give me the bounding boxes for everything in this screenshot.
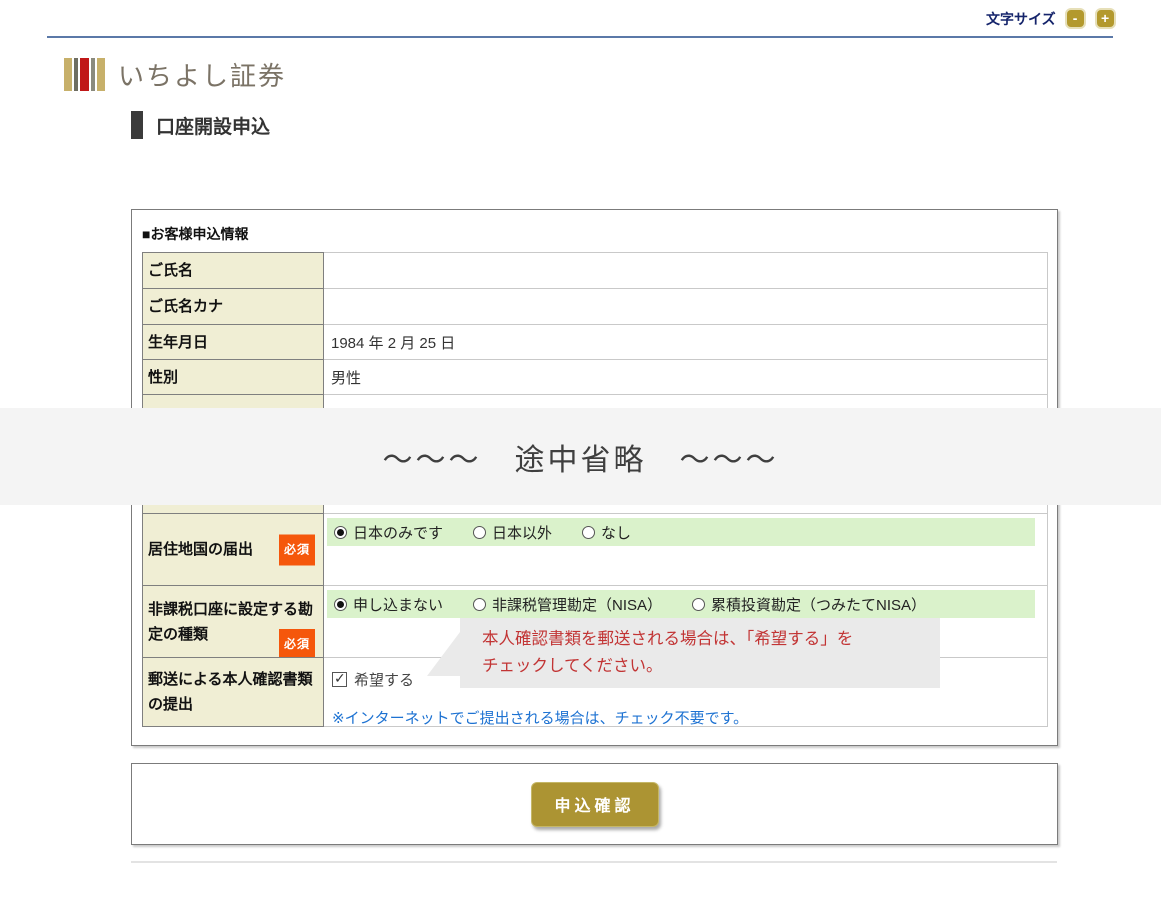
tooltip-line1: 本人確認書類を郵送される場合は、「希望する」を	[482, 626, 940, 653]
omitted-section-band: ～～～ 途中省略 ～～～	[0, 408, 1161, 505]
radio-icon	[473, 598, 486, 611]
row-value: 1984 年 2 月 25 日	[324, 324, 1048, 360]
row-label: 郵送による本人確認書類の提出	[142, 657, 324, 727]
radio-option-outside-japan[interactable]: 日本以外	[473, 522, 552, 543]
font-size-decrease-button[interactable]: -	[1065, 8, 1086, 29]
radio-option-tsumitate-nisa[interactable]: 累積投資勘定（つみたてNISA）	[692, 594, 926, 615]
row-label: 非課税口座に設定する勘定の種類 必須	[142, 585, 324, 658]
row-value: 男性	[324, 359, 1048, 395]
radio-option-japan-only[interactable]: 日本のみです	[334, 522, 443, 543]
residence-options: 日本のみです 日本以外 なし	[327, 518, 1035, 546]
required-badge: 必須	[279, 534, 315, 565]
mail-checkbox-option[interactable]: 希望する	[332, 669, 414, 690]
radio-label: 日本以外	[492, 522, 552, 543]
table-row-kana: ご氏名カナ	[142, 288, 1048, 325]
internet-submission-note: ※インターネットでご提出される場合は、チェック不要です。	[332, 707, 748, 728]
nisa-options: 申し込まない 非課税管理勘定（NISA） 累積投資勘定（つみたてNISA）	[327, 590, 1035, 618]
header-divider	[47, 36, 1113, 38]
radio-label: 累積投資勘定（つみたてNISA）	[711, 594, 926, 615]
checkbox-icon	[332, 672, 347, 687]
brand-name: いちよし証券	[118, 56, 286, 93]
brand-logo: いちよし証券	[64, 56, 286, 93]
row-label: ご氏名カナ	[142, 288, 324, 325]
radio-option-no-application[interactable]: 申し込まない	[334, 594, 443, 615]
font-size-controls: 文字サイズ - +	[986, 8, 1116, 29]
row-label-text: 居住地国の届出	[148, 537, 253, 562]
radio-label: なし	[601, 522, 631, 543]
row-label: 性別	[142, 359, 324, 395]
radio-option-none[interactable]: なし	[582, 522, 631, 543]
table-row-residence-country: 居住地国の届出 必須 日本のみです 日本以外 なし	[142, 513, 1048, 586]
row-label: ご氏名	[142, 252, 324, 289]
row-value	[324, 288, 1048, 325]
table-row-gender: 性別 男性	[142, 359, 1048, 395]
submit-box: 申込確認	[131, 763, 1058, 845]
radio-icon	[334, 526, 347, 539]
radio-icon	[582, 526, 595, 539]
tooltip-bubble: 本人確認書類を郵送される場合は、「希望する」を チェックしてください。	[460, 618, 940, 688]
radio-label: 日本のみです	[353, 522, 443, 543]
radio-icon	[473, 526, 486, 539]
required-badge: 必須	[279, 629, 315, 660]
radio-icon	[334, 598, 347, 611]
radio-label: 申し込まない	[353, 594, 443, 615]
font-size-increase-button[interactable]: +	[1095, 8, 1116, 29]
tooltip-line2: チェックしてください。	[482, 653, 940, 680]
title-bar-icon	[131, 111, 143, 139]
row-value: 日本のみです 日本以外 なし	[324, 513, 1048, 586]
row-label: 生年月日	[142, 324, 324, 360]
page-title: 口座開設申込	[131, 111, 270, 139]
radio-label: 非課税管理勘定（NISA）	[492, 594, 662, 615]
row-label: 居住地国の届出 必須	[142, 513, 324, 586]
row-value	[324, 252, 1048, 289]
table-row-name: ご氏名	[142, 252, 1048, 289]
table-row-birthdate: 生年月日 1984 年 2 月 25 日	[142, 324, 1048, 360]
submit-button[interactable]: 申込確認	[531, 782, 659, 827]
bottom-divider	[131, 861, 1057, 863]
font-size-label: 文字サイズ	[986, 9, 1056, 29]
checkbox-label: 希望する	[354, 669, 414, 690]
page-title-text: 口座開設申込	[156, 112, 270, 139]
brand-stripes-icon	[64, 58, 105, 91]
section-title: ■お客様申込情報	[142, 224, 248, 244]
page: 文字サイズ - + いちよし証券 口座開設申込 ■お客様申込情報 ご氏名 ご氏名…	[0, 0, 1161, 900]
radio-icon	[692, 598, 705, 611]
radio-option-nisa[interactable]: 非課税管理勘定（NISA）	[473, 594, 662, 615]
